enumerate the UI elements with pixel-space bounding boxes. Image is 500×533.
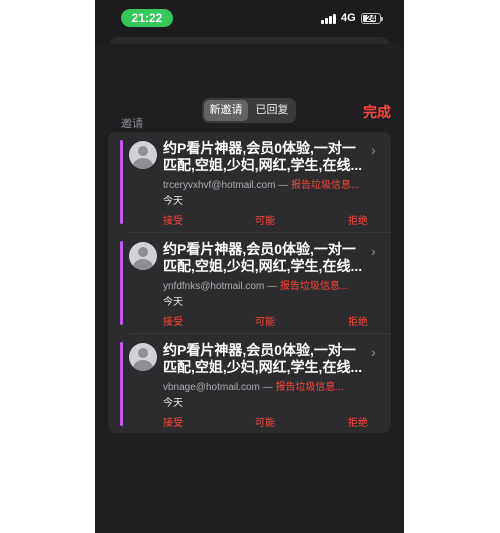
battery-icon: 24 bbox=[361, 13, 383, 24]
calendar-color-bar bbox=[120, 342, 123, 426]
sender-separator: — bbox=[259, 382, 276, 393]
subject-line-2: 匹配,空姐,少妇,网红,学生,在线... bbox=[163, 157, 363, 173]
invitation-list: 约P看片神器,会员0体验,一对一 匹配,空姐,少妇,网红,学生,在线... › … bbox=[108, 132, 391, 433]
subject-line-1: 约P看片神器,会员0体验,一对一 bbox=[163, 241, 356, 257]
sender-email: vbnage@hotmail.com bbox=[163, 382, 260, 393]
maybe-button[interactable]: 可能 bbox=[255, 212, 275, 227]
status-bar: 21:22 4G 24 bbox=[95, 0, 404, 36]
decline-button[interactable]: 拒绝 bbox=[348, 212, 368, 227]
battery-level: 24 bbox=[366, 14, 376, 23]
status-time[interactable]: 21:22 bbox=[121, 9, 173, 27]
maybe-button[interactable]: 可能 bbox=[255, 313, 275, 328]
invitation-item[interactable]: 约P看片神器,会员0体验,一对一 匹配,空姐,少妇,网红,学生,在线... › … bbox=[108, 132, 391, 232]
avatar-icon bbox=[129, 141, 157, 169]
invitation-sender: ynfdfnks@hotmail.com — 报告垃圾信息... bbox=[163, 277, 383, 292]
sender-separator: — bbox=[264, 281, 280, 292]
sender-email: ynfdfnks@hotmail.com bbox=[163, 281, 265, 292]
section-title: 邀请 bbox=[121, 118, 143, 130]
avatar-icon bbox=[129, 242, 157, 270]
tab-new-invitations[interactable]: 新邀请 bbox=[204, 100, 248, 121]
calendar-color-bar bbox=[120, 241, 123, 325]
chevron-right-icon[interactable]: › bbox=[371, 344, 376, 360]
network-type: 4G bbox=[341, 12, 356, 24]
invitation-sender: vbnage@hotmail.com — 报告垃圾信息... bbox=[163, 378, 383, 393]
report-junk-link[interactable]: 报告垃圾信息... bbox=[291, 180, 359, 191]
accept-button[interactable]: 接受 bbox=[163, 212, 183, 227]
chevron-right-icon[interactable]: › bbox=[371, 243, 376, 259]
decline-button[interactable]: 拒绝 bbox=[348, 313, 368, 328]
subject-line-1: 约P看片神器,会员0体验,一对一 bbox=[163, 140, 356, 156]
maybe-button[interactable]: 可能 bbox=[255, 414, 275, 429]
segmented-control: 新邀请 已回复 bbox=[202, 98, 296, 123]
invitation-subject: 约P看片神器,会员0体验,一对一 匹配,空姐,少妇,网红,学生,在线... bbox=[163, 342, 370, 376]
calendar-color-bar bbox=[120, 140, 123, 224]
sender-separator: — bbox=[275, 180, 291, 191]
invitation-item[interactable]: 约P看片神器,会员0体验,一对一 匹配,空姐,少妇,网红,学生,在线... › … bbox=[108, 233, 391, 333]
invitation-date: 今天 bbox=[163, 398, 183, 409]
report-junk-link[interactable]: 报告垃圾信息... bbox=[275, 382, 343, 393]
invitation-date: 今天 bbox=[163, 196, 183, 207]
invitation-sender: trceryvxhvf@hotmail.com — 报告垃圾信息... bbox=[163, 176, 383, 191]
avatar-icon bbox=[129, 343, 157, 371]
chevron-right-icon[interactable]: › bbox=[371, 142, 376, 158]
decline-button[interactable]: 拒绝 bbox=[348, 414, 368, 429]
invitation-date: 今天 bbox=[163, 297, 183, 308]
subject-line-1: 约P看片神器,会员0体验,一对一 bbox=[163, 342, 356, 358]
subject-line-2: 匹配,空姐,少妇,网红,学生,在线... bbox=[163, 258, 363, 274]
phone-screen: 21:22 4G 24 新邀请 已回复 完成 邀请 约P看片神器,会员0体验,一… bbox=[95, 0, 404, 533]
accept-button[interactable]: 接受 bbox=[163, 414, 183, 429]
invitation-subject: 约P看片神器,会员0体验,一对一 匹配,空姐,少妇,网红,学生,在线... bbox=[163, 140, 370, 174]
subject-line-2: 匹配,空姐,少妇,网红,学生,在线... bbox=[163, 359, 363, 375]
done-button[interactable]: 完成 bbox=[363, 102, 391, 122]
sender-email: trceryvxhvf@hotmail.com bbox=[163, 180, 276, 191]
accept-button[interactable]: 接受 bbox=[163, 313, 183, 328]
tab-replied[interactable]: 已回复 bbox=[250, 100, 294, 121]
invitation-subject: 约P看片神器,会员0体验,一对一 匹配,空姐,少妇,网红,学生,在线... bbox=[163, 241, 370, 275]
report-junk-link[interactable]: 报告垃圾信息... bbox=[280, 281, 348, 292]
signal-icon bbox=[321, 14, 337, 24]
invitation-item[interactable]: 约P看片神器,会员0体验,一对一 匹配,空姐,少妇,网红,学生,在线... › … bbox=[108, 334, 391, 433]
